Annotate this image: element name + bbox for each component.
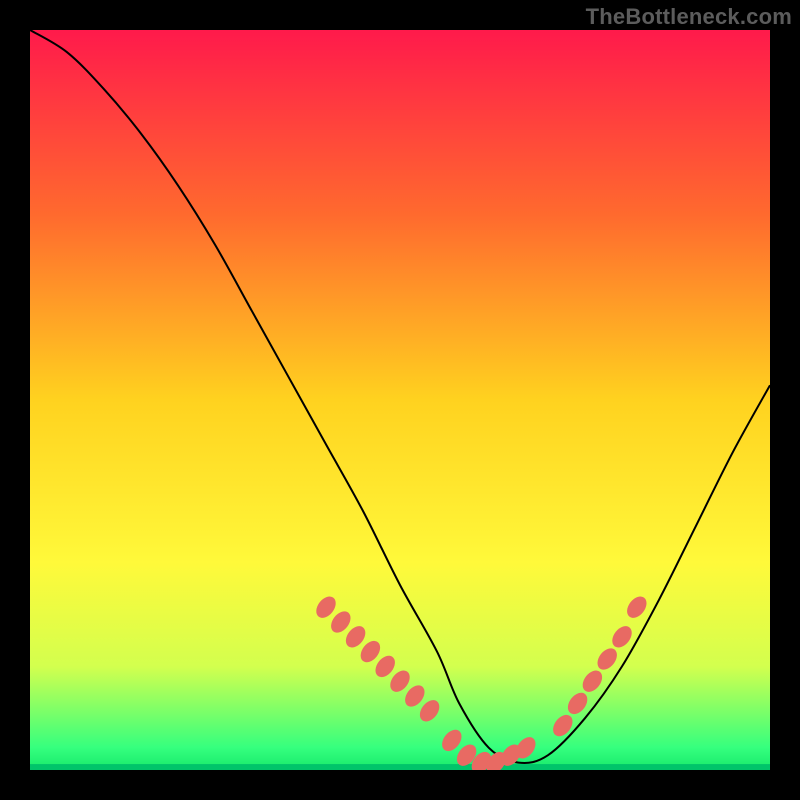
gradient-background: [30, 30, 770, 770]
watermark-text: TheBottleneck.com: [586, 4, 792, 30]
chart-frame: [30, 30, 770, 770]
bottom-green-bar: [30, 764, 770, 770]
bottleneck-chart: [30, 30, 770, 770]
